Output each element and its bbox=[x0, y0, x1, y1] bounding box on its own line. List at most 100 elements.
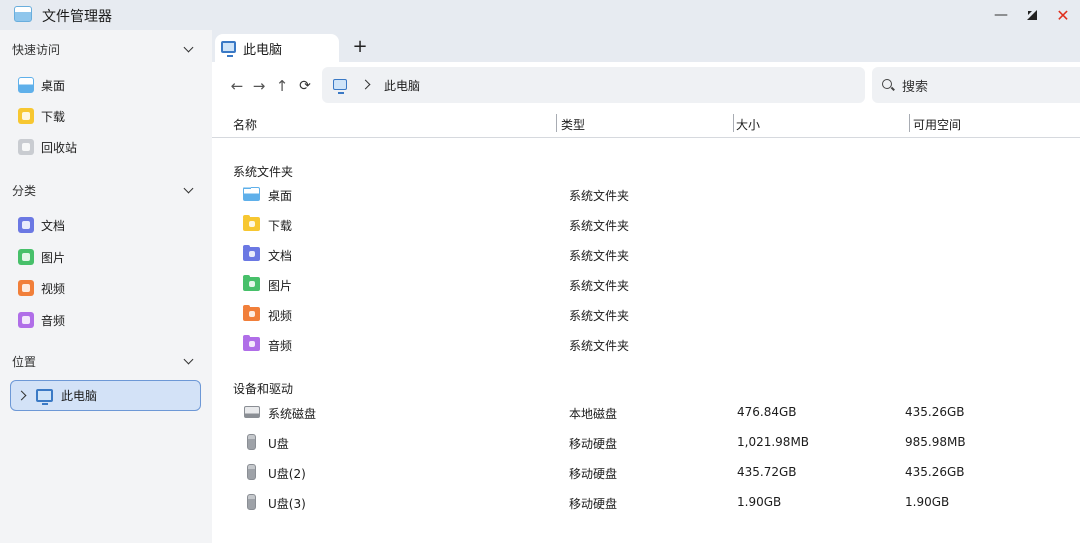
group-title-devices-and-drives: 设备和驱动 bbox=[233, 382, 294, 396]
column-header-type[interactable]: 类型 bbox=[561, 116, 585, 133]
usb-drive-icon bbox=[247, 494, 256, 510]
sidebar-item-videos[interactable]: 视频 bbox=[10, 274, 201, 302]
sidebar-item-audio[interactable]: 音频 bbox=[10, 306, 201, 334]
sidebar-item-download[interactable]: 下载 bbox=[10, 102, 201, 130]
row-name: 桌面 bbox=[268, 189, 293, 203]
hard-disk-icon bbox=[244, 406, 260, 418]
refresh-button[interactable]: ⟳ bbox=[296, 77, 314, 95]
new-tab-button[interactable]: + bbox=[350, 36, 370, 57]
row-size: 476.84GB bbox=[737, 405, 797, 419]
table-row[interactable]: 桌面 系统文件夹 bbox=[212, 182, 1080, 208]
computer-icon bbox=[333, 79, 347, 94]
search-icon bbox=[882, 79, 892, 89]
table-row[interactable]: 文档 系统文件夹 bbox=[212, 242, 1080, 268]
row-type: 系统文件夹 bbox=[569, 219, 630, 233]
row-size: 1,021.98MB bbox=[737, 435, 810, 449]
row-name: 下载 bbox=[268, 219, 293, 233]
sidebar-item-label: 回收站 bbox=[41, 140, 78, 155]
sidebar-item-label: 桌面 bbox=[41, 78, 66, 93]
table-row[interactable]: 音频 系统文件夹 bbox=[212, 332, 1080, 358]
audio-folder-icon bbox=[243, 335, 260, 351]
sidebar-item-desktop[interactable]: 桌面 bbox=[10, 71, 201, 99]
row-name: 图片 bbox=[268, 279, 293, 293]
table-row[interactable]: U盘(3) 移动硬盘 1.90GB 1.90GB bbox=[212, 490, 1080, 516]
recycle-bin-icon bbox=[18, 139, 34, 155]
computer-icon bbox=[36, 389, 53, 405]
close-button[interactable]: ✕ bbox=[1053, 5, 1073, 25]
sidebar-item-label: 音频 bbox=[41, 313, 66, 328]
column-header-name[interactable]: 名称 bbox=[233, 116, 257, 133]
group-title-system-folders: 系统文件夹 bbox=[233, 165, 294, 179]
column-divider[interactable] bbox=[909, 114, 910, 132]
sidebar-item-label: 此电脑 bbox=[61, 389, 98, 403]
section-label: 分类 bbox=[12, 183, 37, 198]
chevron-down-icon[interactable] bbox=[180, 41, 196, 57]
chevron-right-icon[interactable] bbox=[16, 390, 27, 401]
download-folder-icon bbox=[243, 215, 260, 231]
tab-this-pc[interactable]: 此电脑 bbox=[215, 34, 339, 62]
sidebar-item-recycle-bin[interactable]: 回收站 bbox=[10, 133, 201, 161]
minimize-button[interactable]: — bbox=[991, 5, 1011, 25]
document-folder-icon bbox=[243, 245, 260, 261]
section-label: 位置 bbox=[12, 354, 37, 369]
title-bar: 文件管理器 — ✕ bbox=[0, 0, 1080, 30]
section-header-quick-access[interactable]: 快速访问 bbox=[0, 37, 212, 61]
sidebar-item-label: 视频 bbox=[41, 281, 66, 296]
row-type: 系统文件夹 bbox=[569, 279, 630, 293]
row-name: 系统磁盘 bbox=[268, 407, 317, 421]
sidebar-item-label: 下载 bbox=[41, 109, 66, 124]
table-row[interactable]: 视频 系统文件夹 bbox=[212, 302, 1080, 328]
download-icon bbox=[18, 108, 34, 124]
row-free-space: 1.90GB bbox=[905, 495, 950, 509]
video-folder-icon bbox=[243, 305, 260, 321]
sidebar-item-this-pc[interactable]: 此电脑 bbox=[10, 380, 201, 411]
column-header-free-space[interactable]: 可用空间 bbox=[913, 116, 961, 133]
back-button[interactable]: ← bbox=[228, 77, 246, 95]
picture-icon bbox=[18, 249, 34, 265]
row-type: 系统文件夹 bbox=[569, 249, 630, 263]
sidebar-item-documents[interactable]: 文档 bbox=[10, 211, 201, 239]
toolbar: ← → ↑ ⟳ 此电脑 搜索 bbox=[212, 62, 1080, 108]
address-bar[interactable]: 此电脑 bbox=[322, 67, 865, 103]
chevron-right-icon[interactable] bbox=[360, 79, 371, 90]
table-row[interactable]: U盘 移动硬盘 1,021.98MB 985.98MB bbox=[212, 430, 1080, 456]
section-header-categories[interactable]: 分类 bbox=[0, 178, 212, 202]
chevron-down-icon[interactable] bbox=[180, 182, 196, 198]
sidebar-item-pictures[interactable]: 图片 bbox=[10, 243, 201, 271]
column-header: 名称 类型 大小 可用空间 bbox=[212, 108, 1080, 138]
column-divider[interactable] bbox=[733, 114, 734, 132]
table-row[interactable]: U盘(2) 移动硬盘 435.72GB 435.26GB bbox=[212, 460, 1080, 486]
column-header-size[interactable]: 大小 bbox=[736, 116, 760, 133]
window-title: 文件管理器 bbox=[42, 9, 112, 25]
up-button[interactable]: ↑ bbox=[273, 77, 291, 95]
row-name: U盘 bbox=[268, 437, 289, 451]
row-free-space: 435.26GB bbox=[905, 405, 965, 419]
table-row[interactable]: 系统磁盘 本地磁盘 476.84GB 435.26GB bbox=[212, 400, 1080, 426]
row-name: U盘(2) bbox=[268, 467, 306, 481]
column-divider[interactable] bbox=[556, 114, 557, 132]
table-row[interactable]: 下载 系统文件夹 bbox=[212, 212, 1080, 238]
usb-drive-icon bbox=[247, 434, 256, 450]
row-type: 系统文件夹 bbox=[569, 309, 630, 323]
row-type: 系统文件夹 bbox=[569, 339, 630, 353]
row-type: 系统文件夹 bbox=[569, 189, 630, 203]
row-type: 移动硬盘 bbox=[569, 497, 618, 511]
document-icon bbox=[18, 217, 34, 233]
row-type: 移动硬盘 bbox=[569, 437, 618, 451]
section-label: 快速访问 bbox=[12, 42, 61, 57]
row-type: 本地磁盘 bbox=[569, 407, 618, 421]
forward-button[interactable]: → bbox=[250, 77, 268, 95]
sidebar: 快速访问 桌面 下载 回收站 分类 文档 图片 视频 音频 位置 此电脑 bbox=[0, 30, 212, 543]
table-row[interactable]: 图片 系统文件夹 bbox=[212, 272, 1080, 298]
computer-icon bbox=[221, 41, 236, 57]
search-placeholder: 搜索 bbox=[902, 79, 929, 95]
row-free-space: 435.26GB bbox=[905, 465, 965, 479]
section-header-locations[interactable]: 位置 bbox=[0, 349, 212, 373]
chevron-down-icon[interactable] bbox=[180, 353, 196, 369]
row-free-space: 985.98MB bbox=[905, 435, 966, 449]
breadcrumb-this-pc[interactable]: 此电脑 bbox=[384, 77, 420, 94]
search-input[interactable]: 搜索 bbox=[872, 67, 1080, 103]
row-name: 音频 bbox=[268, 339, 293, 353]
maximize-button[interactable] bbox=[1022, 5, 1042, 25]
desktop-icon bbox=[18, 77, 34, 93]
